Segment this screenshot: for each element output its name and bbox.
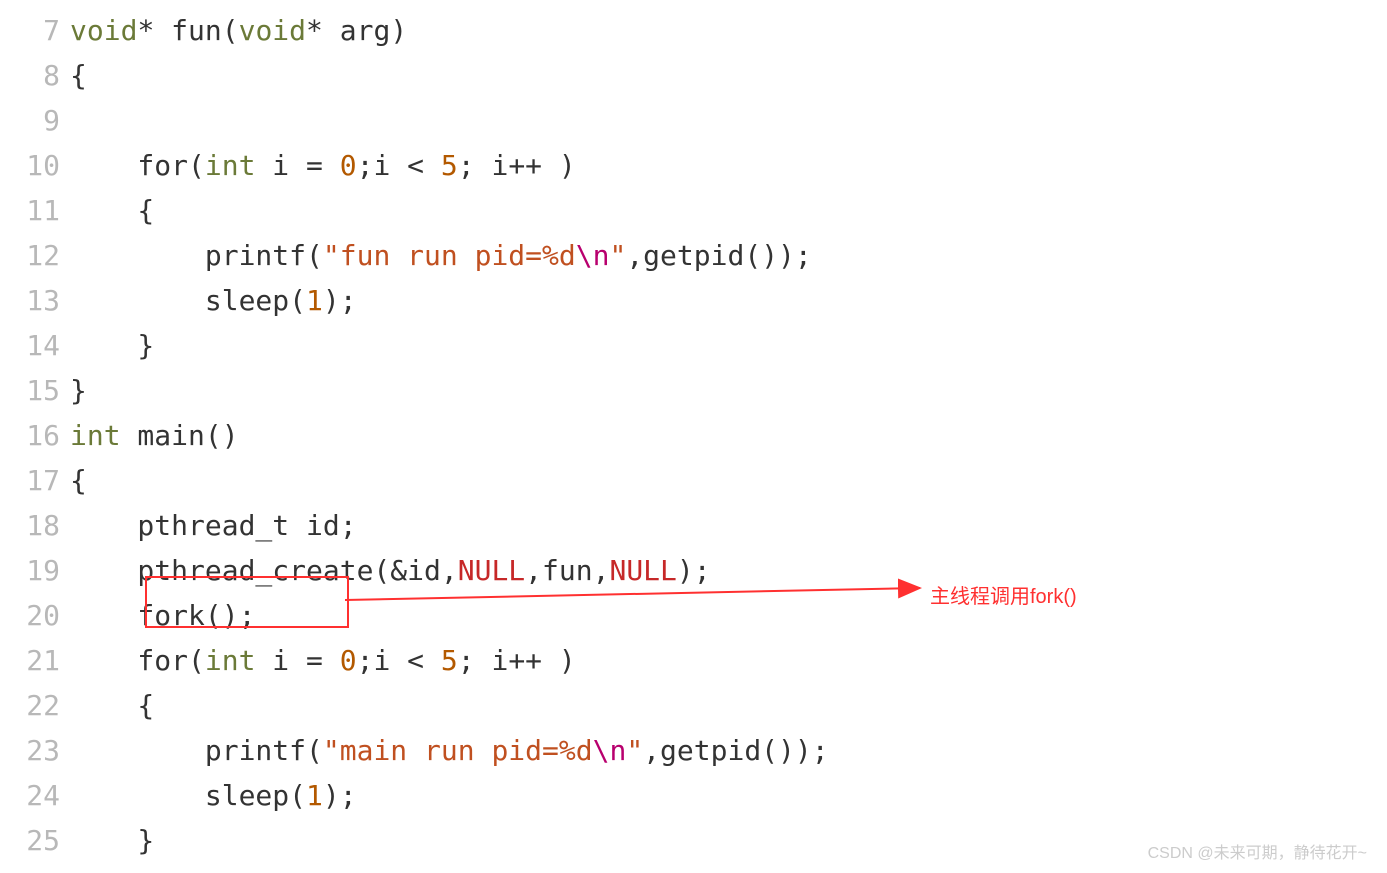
- watermark: CSDN @未来可期，静待花开~: [1148, 839, 1367, 863]
- code-line: sleep(1);: [70, 278, 1387, 323]
- code-area: void* fun(void* arg){ for(int i = 0;i < …: [70, 8, 1387, 863]
- line-number: 19: [0, 548, 60, 593]
- line-number: 16: [0, 413, 60, 458]
- code-line: for(int i = 0;i < 5; i++ ): [70, 638, 1387, 683]
- code-line: int main(): [70, 413, 1387, 458]
- line-number: 20: [0, 593, 60, 638]
- code-line: [70, 98, 1387, 143]
- code-line: printf("fun run pid=%d\n",getpid());: [70, 233, 1387, 278]
- code-line: sleep(1);: [70, 773, 1387, 818]
- line-number: 22: [0, 683, 60, 728]
- line-number: 18: [0, 503, 60, 548]
- code-line: pthread_create(&id,NULL,fun,NULL);: [70, 548, 1387, 593]
- line-number: 12: [0, 233, 60, 278]
- code-line: pthread_t id;: [70, 503, 1387, 548]
- code-line: }: [70, 368, 1387, 413]
- code-line: {: [70, 458, 1387, 503]
- line-number: 7: [0, 8, 60, 53]
- code-line: printf("main run pid=%d\n",getpid());: [70, 728, 1387, 773]
- line-number: 13: [0, 278, 60, 323]
- code-line: void* fun(void* arg): [70, 8, 1387, 53]
- line-number: 23: [0, 728, 60, 773]
- code-line: {: [70, 53, 1387, 98]
- code-line: }: [70, 323, 1387, 368]
- line-number: 9: [0, 98, 60, 143]
- code-line: for(int i = 0;i < 5; i++ ): [70, 143, 1387, 188]
- line-number: 25: [0, 818, 60, 863]
- line-number: 14: [0, 323, 60, 368]
- code-line: {: [70, 683, 1387, 728]
- line-number: 10: [0, 143, 60, 188]
- code-line: {: [70, 188, 1387, 233]
- line-number: 8: [0, 53, 60, 98]
- line-number-gutter: 78910111213141516171819202122232425: [0, 8, 70, 863]
- line-number: 21: [0, 638, 60, 683]
- annotation-text: 主线程调用fork(): [930, 580, 1077, 609]
- line-number: 11: [0, 188, 60, 233]
- line-number: 24: [0, 773, 60, 818]
- code-line: fork();: [70, 593, 1387, 638]
- line-number: 15: [0, 368, 60, 413]
- code-editor: 78910111213141516171819202122232425 void…: [0, 0, 1387, 863]
- line-number: 17: [0, 458, 60, 503]
